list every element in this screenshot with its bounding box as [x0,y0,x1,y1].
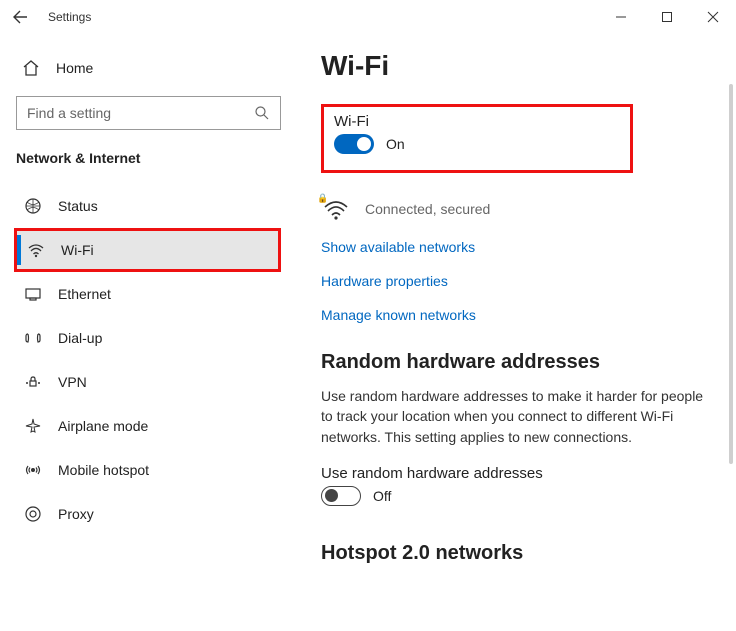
sidebar-item-vpn[interactable]: VPN [14,360,291,404]
sidebar-item-airplane[interactable]: Airplane mode [14,404,291,448]
vpn-icon [22,373,44,391]
wifi-icon [25,241,47,259]
airplane-icon [22,417,44,435]
wifi-toggle[interactable] [334,134,374,154]
connection-status: 🔒 Connected, secured [321,197,712,221]
hardware-properties-link[interactable]: Hardware properties [321,273,712,289]
status-icon [22,197,44,215]
home-label: Home [56,60,93,76]
sidebar-item-label: Proxy [58,506,94,522]
category-heading: Network & Internet [14,144,295,184]
sidebar-item-status[interactable]: Status [14,184,291,228]
random-addresses-description: Use random hardware addresses to make it… [321,386,712,447]
dialup-icon [22,329,44,347]
sidebar-item-label: Airplane mode [58,418,148,434]
random-addresses-toggle[interactable] [321,486,361,506]
close-button[interactable] [690,0,736,34]
sidebar-item-label: Ethernet [58,286,111,302]
hotspot-icon [22,461,44,479]
proxy-icon [22,505,44,523]
back-button[interactable] [12,9,40,25]
minimize-button[interactable] [598,0,644,34]
hotspot-heading: Hotspot 2.0 networks [321,542,712,565]
sidebar-item-wifi[interactable]: Wi-Fi [14,228,281,272]
sidebar-item-proxy[interactable]: Proxy [14,492,291,536]
maximize-button[interactable] [644,0,690,34]
home-icon [20,59,42,77]
search-placeholder: Find a setting [27,105,111,121]
ethernet-icon [22,285,44,303]
wifi-toggle-state: On [386,136,405,152]
connection-status-text: Connected, secured [365,201,490,217]
sidebar-item-dialup[interactable]: Dial-up [14,316,291,360]
show-networks-link[interactable]: Show available networks [321,239,712,255]
sidebar-item-label: Status [58,198,98,214]
random-toggle-label: Use random hardware addresses [321,465,712,482]
sidebar-item-label: Dial-up [58,330,102,346]
scrollbar[interactable] [729,84,733,464]
wifi-section-label: Wi-Fi [334,113,620,130]
random-addresses-heading: Random hardware addresses [321,351,712,374]
content-pane: Wi-Fi Wi-Fi On 🔒 Connected, secured Show… [295,34,736,631]
search-input[interactable]: Find a setting [16,96,281,130]
random-toggle-state: Off [373,488,391,504]
window-title: Settings [48,10,91,24]
sidebar: Home Find a setting Network & Internet S… [0,34,295,631]
wifi-secured-icon: 🔒 [321,197,351,221]
sidebar-item-label: Mobile hotspot [58,462,149,478]
sidebar-item-label: Wi-Fi [61,242,94,258]
home-nav[interactable]: Home [14,46,291,90]
title-bar: Settings [0,0,736,34]
page-title: Wi-Fi [321,50,712,82]
sidebar-item-ethernet[interactable]: Ethernet [14,272,291,316]
search-icon [254,105,270,121]
sidebar-item-hotspot[interactable]: Mobile hotspot [14,448,291,492]
sidebar-item-label: VPN [58,374,87,390]
wifi-toggle-section: Wi-Fi On [321,104,633,173]
manage-known-networks-link[interactable]: Manage known networks [321,307,712,323]
